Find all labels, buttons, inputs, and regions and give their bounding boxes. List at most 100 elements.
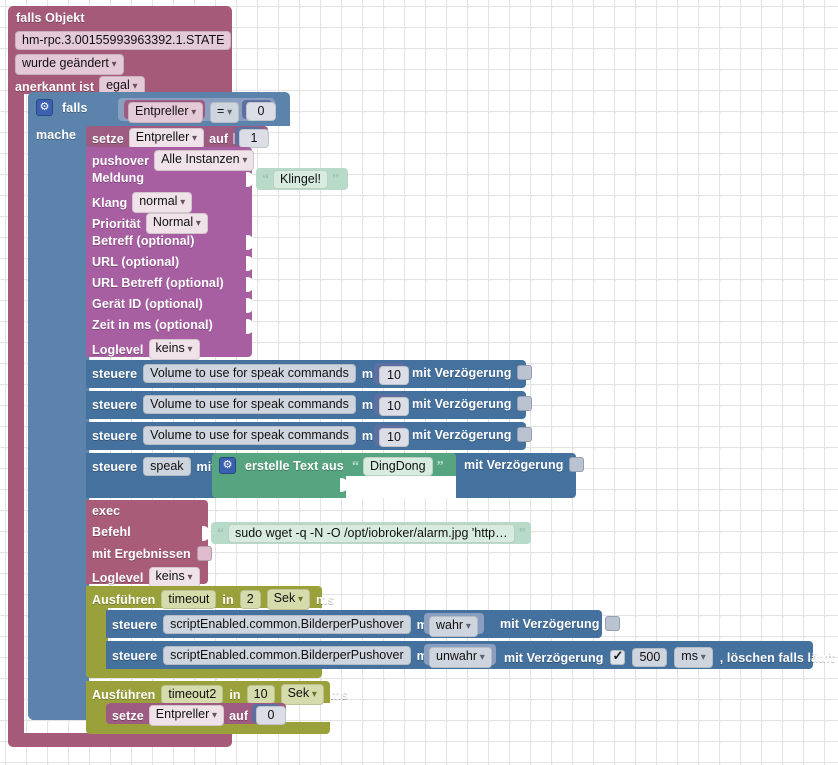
trigger-condition-dropdown[interactable]: wurde geändert xyxy=(15,54,124,75)
bilder-wahr-value[interactable]: wahr xyxy=(429,616,478,637)
pushover-row-klang[interactable]: Klang normal xyxy=(92,192,193,213)
delay-checkbox-1[interactable] xyxy=(517,365,533,380)
text-block-dingdong[interactable]: “ DingDong ” xyxy=(352,457,444,476)
pushover-row-meldung[interactable]: Meldung xyxy=(92,171,144,185)
text-block-command-content[interactable]: “ sudo wget -q -N -O /opt/iobroker/alarm… xyxy=(217,524,526,543)
trigger-object-id-field[interactable]: hm-rpc.3.00155993963392.1.STATE xyxy=(15,31,232,50)
control-delay-1[interactable]: mit Verzögerung xyxy=(412,365,533,380)
bilder-wahr-delay[interactable]: mit Verzögerung xyxy=(500,616,621,631)
control-value-field-3[interactable]: 10 xyxy=(379,428,409,447)
delay-checkbox-speak[interactable] xyxy=(569,457,585,472)
set-variable-bottom-content[interactable]: setze Entpreller auf xyxy=(112,705,260,726)
pushover-loglevel-label: Loglevel xyxy=(92,342,144,357)
gear-icon-textjoin[interactable] xyxy=(219,457,236,474)
meldung-value[interactable]: Klingel! xyxy=(273,170,328,189)
comparison-left-field[interactable]: Entpreller xyxy=(128,102,204,123)
timeout-2-name[interactable]: timeout2 xyxy=(161,685,224,704)
control-row-volume-3[interactable]: steuere Volume to use for speak commands… xyxy=(92,426,394,445)
exec-loglevel-value[interactable]: keins xyxy=(148,567,200,588)
operator-value[interactable]: = xyxy=(210,102,240,123)
bilder-wahr-delay-checkbox[interactable] xyxy=(605,616,621,631)
gear-icon[interactable] xyxy=(36,99,53,116)
timeout-1-amount[interactable]: 2 xyxy=(239,590,261,609)
control-value-field-1[interactable]: 10 xyxy=(379,366,409,385)
bilder-unwahr-delay-checkbox[interactable] xyxy=(610,648,626,665)
set-variable-bottom-value-field[interactable]: 0 xyxy=(256,706,286,725)
pushover-url-betreff-socket[interactable] xyxy=(246,277,254,292)
condition-value[interactable]: wurde geändert xyxy=(15,54,124,75)
speak-delay[interactable]: mit Verzögerung xyxy=(464,457,585,472)
delay-checkbox-2[interactable] xyxy=(517,396,533,411)
if-var-name[interactable]: Entpreller xyxy=(128,102,204,123)
delay-checkbox-3[interactable] xyxy=(517,427,533,442)
bilder-unwahr-delay-amount[interactable]: 500 xyxy=(632,648,668,667)
trigger-left-spine xyxy=(8,90,24,740)
timeout-2-header[interactable]: Ausführen timeout2 in 10 Sek ms xyxy=(92,684,348,705)
bilder-unwahr-value[interactable]: unwahr xyxy=(429,647,492,668)
timeout-1-unit[interactable]: Sek xyxy=(266,589,311,610)
pushover-klang-value[interactable]: normal xyxy=(132,192,193,213)
pushover-instance[interactable]: Alle Instanzen xyxy=(154,150,255,171)
set-variable-top-content[interactable]: setze Entpreller auf xyxy=(92,128,240,149)
setze-bottom-value[interactable]: 0 xyxy=(256,706,286,725)
steuere-value-1[interactable]: 10 xyxy=(379,366,409,385)
pushover-row-betreff[interactable]: Betreff (optional) xyxy=(92,234,194,248)
set-variable-top-value-field[interactable]: 1 xyxy=(239,129,269,148)
steuere-value-3[interactable]: 10 xyxy=(379,428,409,447)
setze-value[interactable]: 1 xyxy=(239,129,269,148)
pushover-row-loglevel[interactable]: Loglevel keins xyxy=(92,339,200,360)
control-row-speak[interactable]: steuere speak mit xyxy=(92,457,229,476)
pushover-row-geraet-id[interactable]: Gerät ID (optional) xyxy=(92,297,203,311)
bilder-unwahr-value-field[interactable]: unwahr xyxy=(429,647,492,668)
pushover-prioritaet-value[interactable]: Normal xyxy=(145,213,208,234)
control-row-volume-1[interactable]: steuere Volume to use for speak commands… xyxy=(92,364,394,383)
pushover-loglevel-value[interactable]: keins xyxy=(148,339,200,360)
pushover-header[interactable]: pushover Alle Instanzen xyxy=(92,150,255,171)
comparison-right-field[interactable]: 0 xyxy=(246,102,276,121)
pushover-meldung-socket xyxy=(246,172,254,187)
bilder-unwahr-delay[interactable]: mit Verzögerung 500 ms , löschen falls l… xyxy=(504,647,838,668)
exec-results-row[interactable]: mit Ergebnissen xyxy=(92,546,212,561)
pushover-row-url-betreff[interactable]: URL Betreff (optional) xyxy=(92,276,224,290)
blockly-workspace[interactable]: falls Objekt hm-rpc.3.00155993963392.1.S… xyxy=(0,0,838,765)
if-block-mutator[interactable]: falls xyxy=(36,99,88,116)
object-id-value[interactable]: hm-rpc.3.00155993963392.1.STATE xyxy=(15,31,232,50)
steuere-target-3[interactable]: Volume to use for speak commands xyxy=(143,426,356,445)
exec-results-checkbox[interactable] xyxy=(196,546,212,561)
exec-loglevel-row[interactable]: Loglevel keins xyxy=(92,567,200,588)
setze-var-name[interactable]: Entpreller xyxy=(128,128,205,149)
timeout-1-name[interactable]: timeout xyxy=(161,590,217,609)
pushover-row-url[interactable]: URL (optional) xyxy=(92,255,179,269)
pushover-row-prioritaet[interactable]: Priorität Normal xyxy=(92,213,208,234)
comparison-operator[interactable]: = xyxy=(210,102,240,123)
bilder-wahr-target[interactable]: scriptEnabled.common.BilderperPushover xyxy=(163,615,411,634)
pushover-url-socket[interactable] xyxy=(246,256,254,271)
compare-value[interactable]: 0 xyxy=(246,102,276,121)
pushover-zeit-socket[interactable] xyxy=(246,319,254,334)
bilder-unwahr-target[interactable]: scriptEnabled.common.BilderperPushover xyxy=(163,646,411,665)
text-join-header[interactable]: erstelle Text aus xyxy=(219,457,344,474)
control-value-field-2[interactable]: 10 xyxy=(379,397,409,416)
timeout-2-unit[interactable]: Sek xyxy=(280,684,324,705)
bilder-unwahr-delay-unit[interactable]: ms xyxy=(674,647,713,668)
control-delay-2[interactable]: mit Verzögerung xyxy=(412,396,533,411)
steuere-value-2[interactable]: 10 xyxy=(379,397,409,416)
pushover-row-zeit[interactable]: Zeit in ms (optional) xyxy=(92,318,213,332)
timeout-1-header[interactable]: Ausführen timeout in 2 Sek ms xyxy=(92,589,334,610)
steuere-target-1[interactable]: Volume to use for speak commands xyxy=(143,364,356,383)
pushover-betreff-socket[interactable] xyxy=(246,235,254,250)
bilder-wahr-value-field[interactable]: wahr xyxy=(429,616,478,637)
control-row-bilder-unwahr[interactable]: steuere scriptEnabled.common.BilderperPu… xyxy=(112,646,449,665)
control-row-volume-2[interactable]: steuere Volume to use for speak commands… xyxy=(92,395,394,414)
dingdong-value[interactable]: DingDong xyxy=(363,457,433,476)
pushover-geraet-id-socket[interactable] xyxy=(246,298,254,313)
if-block-body[interactable] xyxy=(28,92,89,720)
exec-command-value[interactable]: sudo wget -q -N -O /opt/iobroker/alarm.j… xyxy=(228,524,515,543)
setze-bottom-var-name[interactable]: Entpreller xyxy=(148,705,225,726)
steuere-target-2[interactable]: Volume to use for speak commands xyxy=(143,395,356,414)
timeout-2-amount[interactable]: 10 xyxy=(246,685,275,704)
text-block-klingel-content[interactable]: “ Klingel! ” xyxy=(262,170,339,189)
control-row-bilder-wahr[interactable]: steuere scriptEnabled.common.BilderperPu… xyxy=(112,615,449,634)
control-delay-3[interactable]: mit Verzögerung xyxy=(412,427,533,442)
steuere-target-speak[interactable]: speak xyxy=(143,457,191,476)
